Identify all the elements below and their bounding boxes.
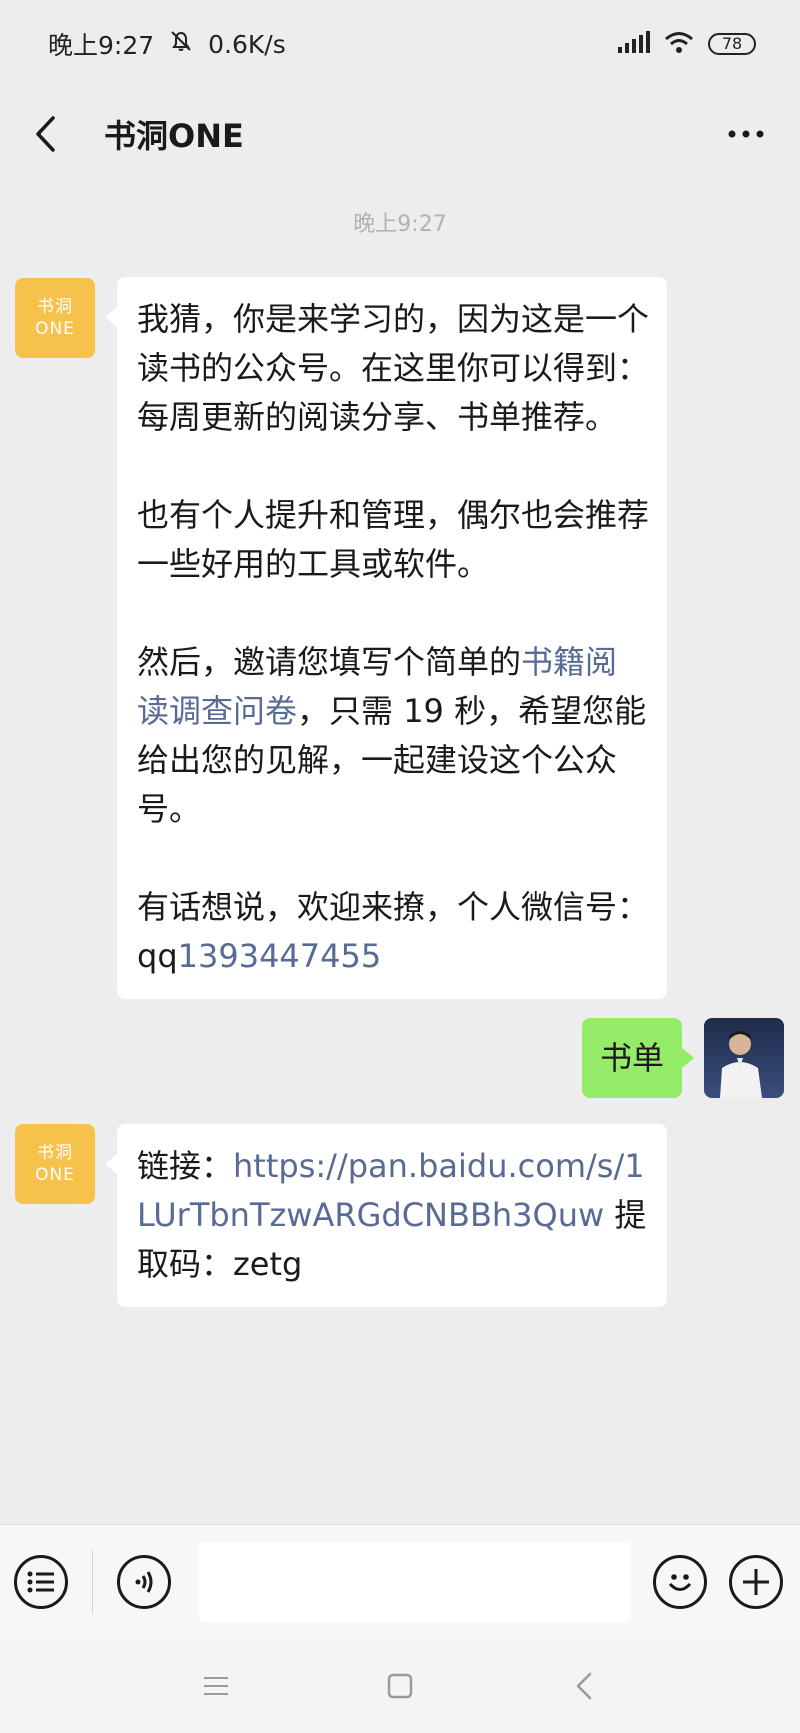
message-paragraph: 有话想说，欢迎来撩，个人微信号：qq1393447455	[137, 883, 649, 981]
back-arrow-icon[interactable]	[24, 104, 66, 164]
avatar-label-line1: 书洞	[37, 297, 73, 317]
chat-header: 书洞ONE	[0, 88, 800, 180]
nav-home-icon[interactable]	[378, 1664, 422, 1708]
battery-icon: 78	[708, 33, 756, 55]
status-time: 晚上9:27	[48, 31, 155, 60]
voice-icon[interactable]	[117, 1554, 171, 1609]
avatar-label-line2: ONE	[35, 319, 75, 339]
bot-link-message-bubble[interactable]: 链接：https://pan.baidu.com/s/1LUrTbnTzwARG…	[105, 1124, 667, 1307]
plus-icon[interactable]	[729, 1554, 783, 1609]
nav-menu-icon[interactable]	[194, 1664, 238, 1708]
chat-title: 书洞ONE	[104, 117, 244, 155]
net-speed: 0.6K/s	[208, 29, 286, 59]
message-paragraph: 然后，邀请您填写个简单的书籍阅读调查问卷，只需 19 秒，希望您能给出您的见解，…	[137, 638, 649, 834]
more-icon[interactable]	[716, 104, 776, 164]
phone-number-link[interactable]: 1393447455	[178, 937, 382, 975]
status-bar: 晚上9:27 0.6K/s 78	[0, 0, 800, 88]
mute-bell-icon	[168, 28, 194, 60]
emoji-icon[interactable]	[653, 1554, 707, 1609]
bot-avatar[interactable]: 书洞 ONE	[15, 1124, 95, 1204]
message-input[interactable]	[199, 1541, 631, 1622]
message-text: 然后，邀请您填写个简单的	[137, 643, 522, 681]
bot-avatar[interactable]: 书洞 ONE	[15, 278, 95, 358]
bot-message-bubble[interactable]: 我猜，你是来学习的，因为这是一个读书的公众号。在这里你可以得到：每周更新的阅读分…	[105, 277, 667, 999]
wifi-icon	[664, 30, 694, 59]
menu-list-icon[interactable]	[14, 1554, 68, 1609]
input-bar	[0, 1524, 800, 1638]
user-avatar[interactable]	[704, 1018, 784, 1098]
signal-icon	[618, 30, 650, 59]
chat-timestamp: 晚上9:27	[353, 212, 447, 237]
avatar-label-line2: ONE	[35, 1165, 75, 1185]
nav-back-icon[interactable]	[562, 1664, 606, 1708]
input-divider	[92, 1549, 93, 1614]
system-nav-bar	[0, 1638, 800, 1733]
message-paragraph: 也有个人提升和管理，偶尔也会推荐一些好用的工具或软件。	[137, 496, 650, 583]
link-label: 链接：	[137, 1147, 234, 1185]
status-left: 晚上9:27 0.6K/s	[48, 26, 286, 62]
status-right: 78	[618, 30, 756, 59]
user-message-bubble[interactable]: 书单	[582, 1018, 695, 1098]
avatar-label-line1: 书洞	[37, 1143, 73, 1163]
message-paragraph: 我猜，你是来学习的，因为这是一个读书的公众号。在这里你可以得到：每周更新的阅读分…	[137, 300, 650, 436]
